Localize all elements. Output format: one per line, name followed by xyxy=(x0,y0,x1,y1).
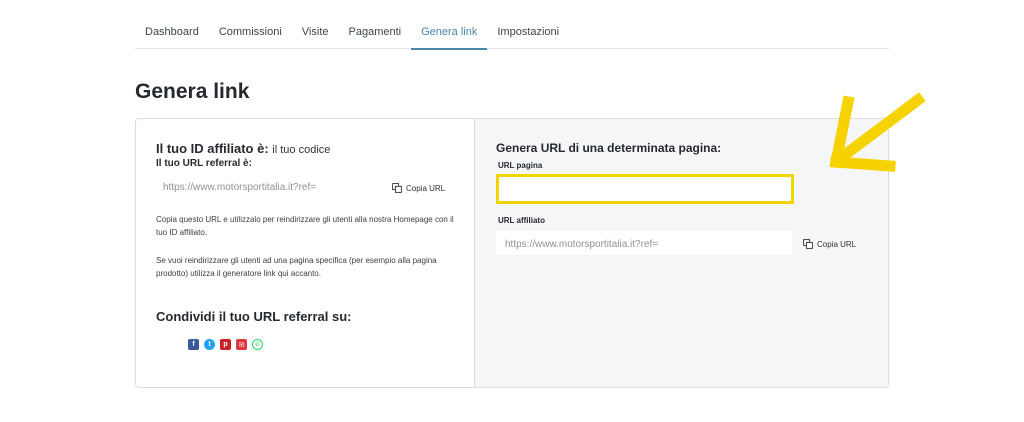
affiliate-url-field[interactable] xyxy=(505,237,705,251)
generator-title: Genera URL di una determinata pagina: xyxy=(496,141,722,155)
tab-pagamenti[interactable]: Pagamenti xyxy=(339,18,412,49)
tab-bar: Dashboard Commissioni Visite Pagamenti G… xyxy=(135,18,889,50)
page-url-input[interactable] xyxy=(496,174,794,204)
copy-label: Copia URL xyxy=(406,183,446,193)
yellow-arrow-icon xyxy=(829,92,926,172)
tab-genera-link[interactable]: Genera link xyxy=(411,18,488,50)
referral-url-label: Il tuo URL referral è: xyxy=(156,158,252,169)
page-instructions: Se vuoi reindirizzare gli utenti ad una … xyxy=(156,256,437,278)
referral-panel: Il tuo ID affiliato è: il tuo codice Il … xyxy=(136,119,475,387)
tab-dashboard[interactable]: Dashboard xyxy=(135,18,209,49)
copy-label: Copia URL xyxy=(817,239,857,249)
url-generator-panel: Genera URL di una determinata pagina: UR… xyxy=(475,119,888,387)
tab-commissioni[interactable]: Commissioni xyxy=(209,18,292,49)
copy-referral-url-button[interactable]: Copia URL xyxy=(392,183,445,193)
affiliate-id-value: il tuo codice xyxy=(272,144,331,156)
twitter-icon[interactable]: t xyxy=(204,339,215,350)
pinterest-icon[interactable]: p xyxy=(220,339,231,350)
page-title: Genera link xyxy=(135,80,250,103)
link-generator-card: Il tuo ID affiliato è: il tuo codice Il … xyxy=(135,118,889,388)
affiliate-id-label: Il tuo ID affiliato è: xyxy=(156,141,269,156)
affiliate-url-label: URL affiliato xyxy=(498,216,545,225)
share-title: Condividi il tuo URL referral su: xyxy=(156,309,352,324)
tab-visite[interactable]: Visite xyxy=(292,18,339,49)
affiliate-id-line: Il tuo ID affiliato è: il tuo codice xyxy=(156,141,330,156)
page-url-label: URL pagina xyxy=(498,161,543,170)
copy-icon xyxy=(803,239,813,249)
email-icon[interactable]: ✉ xyxy=(236,339,247,350)
copy-affiliate-url-button[interactable]: Copia URL xyxy=(803,239,856,249)
facebook-icon[interactable]: f xyxy=(188,339,199,350)
copy-icon xyxy=(392,183,402,193)
whatsapp-icon[interactable]: ✆ xyxy=(252,339,263,350)
referral-url-field[interactable] xyxy=(163,180,363,194)
tab-impostazioni[interactable]: Impostazioni xyxy=(487,18,569,49)
homepage-instructions: Copia questo URL e utilizzalo per reindi… xyxy=(156,215,454,237)
social-share-icons: f t p ✉ ✆ xyxy=(188,339,263,350)
